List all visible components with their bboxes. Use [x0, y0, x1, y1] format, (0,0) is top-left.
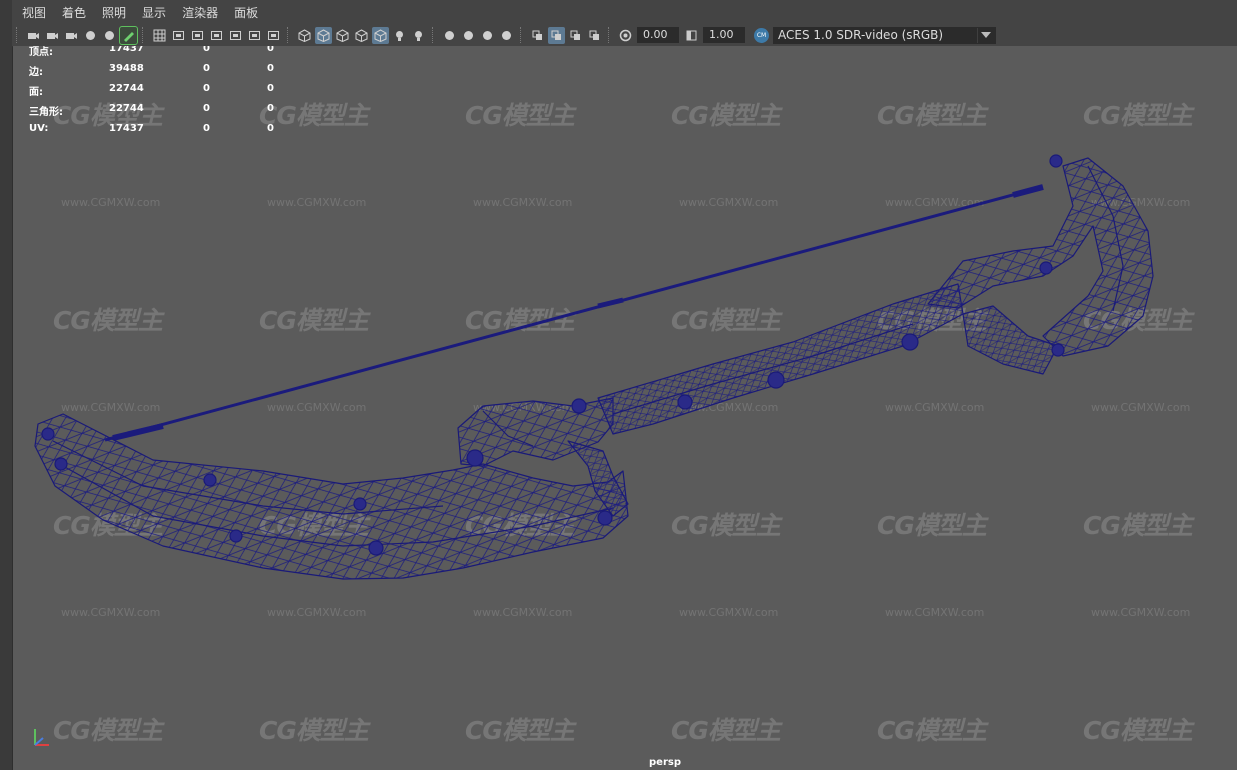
film-gate-icon[interactable]	[170, 27, 187, 44]
safe-title-icon[interactable]	[265, 27, 282, 44]
xray-active-icon[interactable]	[586, 27, 603, 44]
grease-pencil-icon[interactable]	[119, 25, 138, 45]
hud-value: 17437	[109, 46, 144, 54]
wireframe-icon[interactable]	[296, 27, 313, 44]
ambient-occlusion-icon[interactable]	[441, 27, 458, 44]
hud-selected-alt: 0	[267, 83, 274, 94]
hud-label: 三角形:	[29, 107, 63, 118]
grid-icon[interactable]	[151, 27, 168, 44]
menu-renderer[interactable]: 渲染器	[174, 0, 226, 24]
gate-mask-icon[interactable]	[208, 27, 225, 44]
camera-attributes-icon[interactable]	[44, 27, 61, 44]
hud-selected: 0	[203, 103, 210, 114]
hud-value: 39488	[109, 63, 144, 74]
hud-selected: 0	[203, 46, 210, 54]
hud-selected-alt: 0	[267, 123, 274, 134]
hud-label: 边:	[29, 67, 43, 78]
menu-show[interactable]: 显示	[134, 0, 174, 24]
hud-selected-alt: 0	[267, 103, 274, 114]
hud-selected: 0	[203, 123, 210, 134]
color-space-value: ACES 1.0 SDR-video (sRGB)	[778, 27, 944, 42]
toolbar-separator	[287, 27, 290, 43]
toolbar-separator	[520, 27, 523, 43]
shadows-icon[interactable]	[410, 27, 427, 44]
hud-selected: 0	[203, 83, 210, 94]
hud-value: 17437	[109, 123, 144, 134]
depth-of-field-icon[interactable]	[498, 27, 515, 44]
hud-selected: 0	[203, 63, 210, 74]
camera-icon[interactable]	[25, 27, 42, 44]
hud-row-triangles: 三角形: 22744 0 0	[29, 103, 289, 123]
exposure-field[interactable]: 0.00	[637, 27, 679, 43]
panel-toolbar: 0.00 1.00 CM ACES 1.0 SDR-video (sRGB)	[12, 24, 1237, 47]
bow-wireframe-model[interactable]	[13, 46, 1237, 770]
menu-shading[interactable]: 着色	[54, 0, 94, 24]
resolution-gate-icon[interactable]	[189, 27, 206, 44]
smooth-shade-icon[interactable]	[315, 26, 332, 44]
maya-window: 视图 着色 照明 显示 渲染器 面板 0.00 1.00 CM ACES 1.0…	[0, 0, 1237, 770]
camera-name-label: persp	[649, 757, 681, 768]
viewport-persp[interactable]: CG模型主 CG模型主 CG模型主 CG模型主 CG模型主 CG模型主 CG模型主 CG模型主…	[13, 46, 1237, 770]
hud-selected-alt: 0	[267, 46, 274, 54]
hud-row-vertices: 顶点: 17437 0 0	[29, 46, 289, 63]
menu-view[interactable]: 视图	[12, 0, 54, 24]
xray-icon[interactable]	[548, 26, 565, 44]
color-management-icon[interactable]: CM	[754, 27, 769, 43]
image-plane-icon[interactable]	[101, 27, 118, 44]
default-material-icon[interactable]	[334, 27, 351, 44]
panel-menu-bar: 视图 着色 照明 显示 渲染器 面板	[12, 0, 1237, 24]
hud-row-faces: 面: 22744 0 0	[29, 83, 289, 103]
field-chart-icon[interactable]	[227, 27, 244, 44]
hud-value: 22744	[109, 83, 144, 94]
hud-label: UV:	[29, 123, 49, 134]
textured-icon[interactable]	[372, 26, 389, 44]
xray-joints-icon[interactable]	[567, 27, 584, 44]
hud-row-edges: 边: 39488 0 0	[29, 63, 289, 83]
axis-gizmo-icon	[34, 729, 49, 746]
camera-lock-icon[interactable]	[63, 27, 80, 44]
bookmark-icon[interactable]	[82, 27, 99, 44]
hud-row-uvs: UV: 17437 0 0	[29, 123, 289, 143]
hud-value: 22744	[109, 103, 144, 114]
gamma-field[interactable]: 1.00	[703, 27, 745, 43]
hud-selected-alt: 0	[267, 63, 274, 74]
menu-lighting[interactable]: 照明	[94, 0, 134, 24]
hud-label: 顶点:	[29, 47, 53, 58]
isolate-select-icon[interactable]	[529, 27, 546, 44]
toolbar-separator	[142, 27, 145, 43]
left-panel-strip	[0, 0, 13, 770]
hud-label: 面:	[29, 87, 43, 98]
poly-count-hud: 顶点: 17437 0 0 边: 39488 0 0 面: 22744 0 0 …	[29, 46, 289, 143]
toolbar-separator	[608, 27, 611, 43]
motion-blur-icon[interactable]	[460, 27, 477, 44]
anti-aliasing-icon[interactable]	[479, 27, 496, 44]
exposure-icon[interactable]	[617, 27, 634, 44]
safe-action-icon[interactable]	[246, 27, 263, 44]
wireframe-on-shaded-icon[interactable]	[353, 27, 370, 44]
chevron-down-icon[interactable]	[977, 27, 994, 43]
menu-panels[interactable]: 面板	[226, 0, 266, 24]
use-lights-icon[interactable]	[391, 27, 408, 44]
toolbar-separator	[432, 27, 435, 43]
color-space-select[interactable]: ACES 1.0 SDR-video (sRGB)	[773, 26, 996, 44]
gamma-icon[interactable]	[683, 27, 700, 44]
toolbar-separator	[16, 27, 19, 43]
